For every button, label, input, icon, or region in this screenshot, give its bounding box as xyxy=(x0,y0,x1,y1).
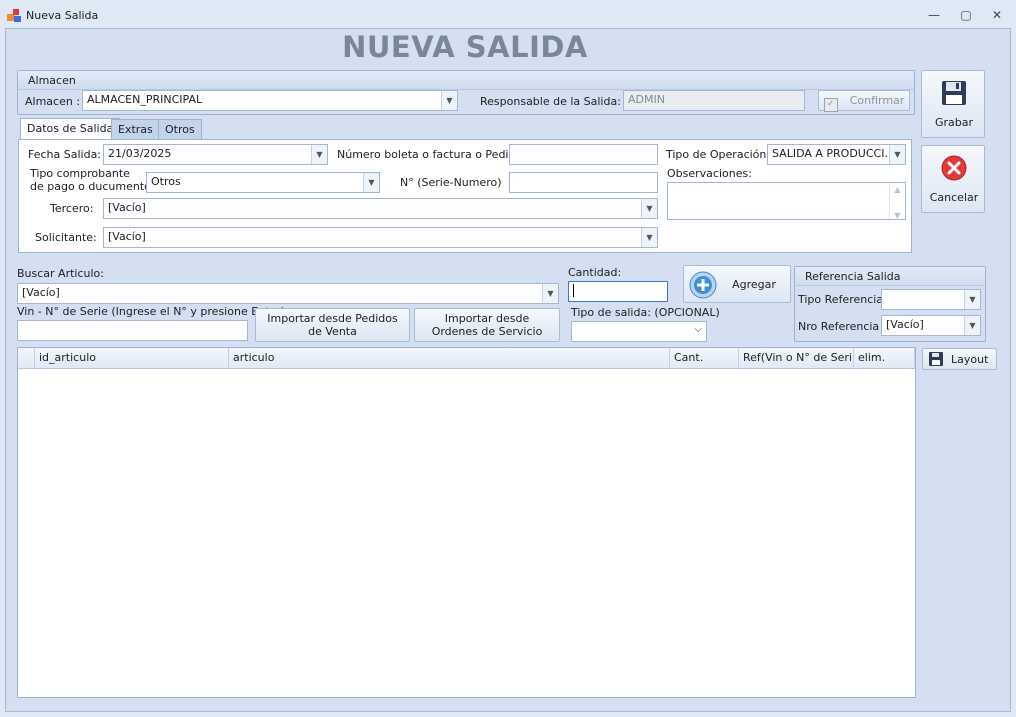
vin-field[interactable] xyxy=(17,320,248,341)
responsable-field: ADMIN xyxy=(623,90,805,111)
chevron-down-icon[interactable]: ▼ xyxy=(964,290,980,309)
almacen-select[interactable]: ALMACEN_PRINCIPAL ▼ xyxy=(82,90,458,111)
tipo-salida-select[interactable]: ⌵ xyxy=(571,321,707,342)
window-title: Nueva Salida xyxy=(26,9,99,22)
almacen-group-header: Almacen xyxy=(18,71,914,90)
importar-pedidos-button[interactable]: Importar desde Pedidos de Venta xyxy=(255,308,410,342)
tab-extras[interactable]: Extras xyxy=(111,119,160,140)
almacen-label: Almacen : xyxy=(25,95,81,108)
buscar-articulo-label: Buscar Articulo: xyxy=(17,267,104,280)
fecha-label: Fecha Salida: xyxy=(28,148,102,161)
tipo-salida-label: Tipo de salida: (OPCIONAL) xyxy=(571,306,720,319)
chevron-down-icon[interactable]: ▼ xyxy=(641,199,657,218)
nro-referencia-select[interactable]: [Vacío] ▼ xyxy=(881,315,981,336)
cantidad-field[interactable] xyxy=(568,281,668,302)
chevron-down-icon[interactable]: ⌵ xyxy=(694,324,702,335)
title-bar xyxy=(0,0,1016,28)
tercero-select[interactable]: [Vacío] ▼ xyxy=(103,198,658,219)
tab-otros[interactable]: Otros xyxy=(158,119,202,140)
check-icon: ✓ xyxy=(823,98,838,112)
col-header-ref[interactable]: Ref(Vin o N° de Seri... xyxy=(739,348,854,368)
agregar-label: Agregar xyxy=(732,278,776,291)
agregar-button[interactable]: Agregar xyxy=(683,265,791,303)
fecha-salida-picker[interactable]: 21/03/2025 ▼ xyxy=(103,144,328,165)
grabar-label: Grabar xyxy=(934,116,974,129)
col-header-articulo[interactable]: articulo xyxy=(229,348,670,368)
save-icon xyxy=(942,81,966,105)
row-indicator-header xyxy=(18,348,35,368)
articulos-grid[interactable]: id_articulo articulo Cant. Ref(Vin o N° … xyxy=(17,347,916,698)
grabar-button[interactable]: Grabar xyxy=(921,70,985,138)
cancel-icon xyxy=(941,155,967,181)
cantidad-label: Cantidad: xyxy=(568,266,622,279)
tipo-operacion-label: Tipo de Operación: xyxy=(666,148,771,161)
solicitante-label: Solicitante: xyxy=(35,231,97,244)
tercero-value: [Vacío] xyxy=(108,201,146,214)
almacen-value: ALMACEN_PRINCIPAL xyxy=(87,93,203,106)
cancelar-button[interactable]: Cancelar xyxy=(921,145,985,213)
col-header-cant[interactable]: Cant. xyxy=(670,348,739,368)
layout-label: Layout xyxy=(951,353,989,366)
numero-field[interactable] xyxy=(509,144,658,165)
buscar-articulo-select[interactable]: [Vacío] ▼ xyxy=(17,283,559,304)
confirmar-button[interactable]: ✓ Confirmar xyxy=(818,90,910,112)
chevron-down-icon[interactable]: ▼ xyxy=(964,316,980,335)
col-header-elim[interactable]: elim. xyxy=(854,348,915,368)
cancelar-label: Cancelar xyxy=(929,191,979,204)
fecha-value: 21/03/2025 xyxy=(108,147,172,160)
tipo-comprobante-label-2: de pago o ducumento : xyxy=(30,180,159,193)
tercero-label: Tercero: xyxy=(50,202,94,215)
page-title: NUEVA SALIDA xyxy=(342,30,588,64)
nro-referencia-value: [Vacío] xyxy=(886,318,924,331)
observaciones-textarea[interactable]: ▲ ▼ xyxy=(667,182,906,220)
responsable-label: Responsable de la Salida: xyxy=(480,95,621,108)
solicitante-value: [Vacío] xyxy=(108,230,146,243)
serie-label: N° (Serie-Numero) xyxy=(400,176,502,189)
text-cursor xyxy=(573,284,574,297)
scrollbar[interactable]: ▲ ▼ xyxy=(889,183,905,219)
tipo-referencia-label: Tipo Referencia xyxy=(798,293,884,306)
close-button[interactable]: ✕ xyxy=(986,6,1008,24)
almacen-group-title: Almacen xyxy=(28,74,76,87)
numero-label: Número boleta o factura o Pedido xyxy=(337,148,523,161)
observaciones-label: Observaciones: xyxy=(667,167,752,180)
referencia-group-header: Referencia Salida xyxy=(795,267,985,286)
add-icon xyxy=(689,271,717,299)
chevron-down-icon[interactable]: ▼ xyxy=(441,91,457,110)
chevron-down-icon[interactable]: ▼ xyxy=(641,228,657,247)
buscar-articulo-value: [Vacío] xyxy=(22,286,60,299)
maximize-button[interactable]: ▢ xyxy=(955,6,977,24)
chevron-down-icon[interactable]: ▼ xyxy=(542,284,558,303)
tipo-comprobante-value: Otros xyxy=(151,175,181,188)
tipo-operacion-value: SALIDA A PRODUCCI... xyxy=(772,147,895,160)
chevron-down-icon[interactable]: ▼ xyxy=(311,145,327,164)
tipo-comprobante-select[interactable]: Otros ▼ xyxy=(146,172,380,193)
tipo-comprobante-label-1: Tipo comprobante xyxy=(30,167,130,180)
col-header-id-articulo[interactable]: id_articulo xyxy=(35,348,229,368)
grid-header: id_articulo articulo Cant. Ref(Vin o N° … xyxy=(18,348,915,369)
chevron-down-icon[interactable]: ▼ xyxy=(889,145,905,164)
chevron-down-icon[interactable]: ▼ xyxy=(363,173,379,192)
vin-label: Vin - N° de Serie (Ingrese el N° y presi… xyxy=(17,305,286,318)
save-icon xyxy=(929,352,943,366)
referencia-group-title: Referencia Salida xyxy=(805,270,901,283)
app-icon xyxy=(7,8,23,24)
tipo-operacion-select[interactable]: SALIDA A PRODUCCI... ▼ xyxy=(767,144,906,165)
solicitante-select[interactable]: [Vacío] ▼ xyxy=(103,227,658,248)
tab-datos-de-salida[interactable]: Datos de Salida xyxy=(20,118,121,140)
nro-referencia-label: Nro Referencia xyxy=(798,320,880,333)
tipo-referencia-select[interactable]: ▼ xyxy=(881,289,981,310)
layout-button[interactable]: Layout xyxy=(922,348,997,370)
importar-ordenes-button[interactable]: Importar desde Ordenes de Servicio xyxy=(414,308,560,342)
confirmar-label: Confirmar xyxy=(849,94,905,107)
minimize-button[interactable]: — xyxy=(923,6,945,24)
serie-field[interactable] xyxy=(509,172,658,193)
